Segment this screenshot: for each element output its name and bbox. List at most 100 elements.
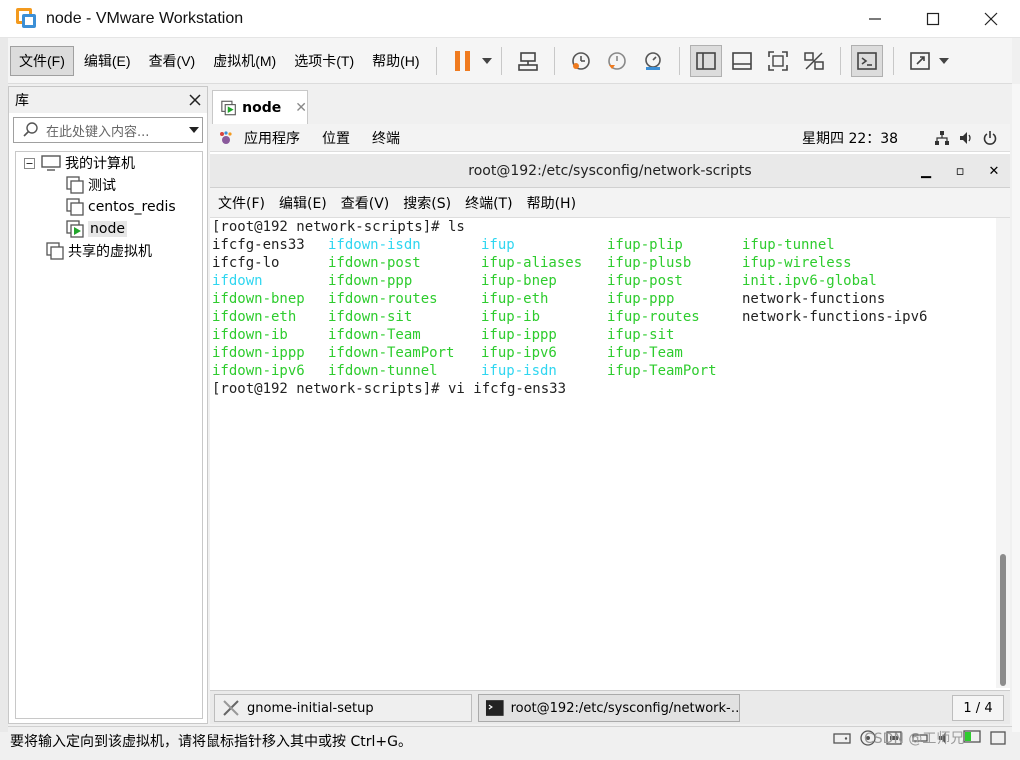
task-gnome-initial-setup[interactable]: gnome-initial-setup bbox=[214, 694, 472, 722]
gnome-clock[interactable]: 星期四 22：38 bbox=[802, 128, 898, 148]
terminal-menu-edit[interactable]: 编辑(E) bbox=[279, 193, 327, 213]
chevron-down-icon bbox=[481, 57, 492, 64]
terminal-title-bar: root@192:/etc/sysconfig/network-scripts … bbox=[210, 154, 1010, 188]
pause-icon bbox=[454, 50, 470, 71]
tree-item-vm[interactable]: centos_redis bbox=[66, 196, 176, 218]
send-ctrl-alt-del-button[interactable] bbox=[512, 45, 544, 77]
file-entry: ifup-Team bbox=[607, 345, 683, 361]
terminal-output[interactable]: [root@192 network-scripts]# ls ifcfg-ens… bbox=[210, 218, 996, 688]
terminal-menu-help[interactable]: 帮助(H) bbox=[527, 193, 576, 213]
terminal-maximize-button[interactable]: ▫ bbox=[952, 164, 968, 179]
stretch-view-button[interactable] bbox=[904, 45, 936, 77]
gnome-places-menu[interactable]: 位置 bbox=[322, 128, 350, 148]
show-thumbnail-bar-button[interactable] bbox=[726, 45, 758, 77]
file-entry: ifdown-ippp bbox=[212, 345, 305, 361]
workspace-pager[interactable]: 1 / 4 bbox=[952, 695, 1004, 721]
menu-help[interactable]: 帮助(H) bbox=[364, 47, 427, 75]
close-icon[interactable] bbox=[189, 94, 201, 106]
terminal-close-button[interactable]: ✕ bbox=[986, 164, 1002, 179]
watermark-text: CSDN @工师兄 bbox=[864, 731, 965, 747]
menu-tabs[interactable]: 选项卡(T) bbox=[286, 47, 362, 75]
power-icon[interactable] bbox=[982, 130, 998, 146]
file-entry: ifup-sit bbox=[607, 327, 675, 343]
pause-button[interactable] bbox=[447, 45, 479, 77]
tree-item-vm[interactable]: 测试 bbox=[66, 174, 116, 196]
maximize-button[interactable] bbox=[904, 0, 962, 38]
vmware-window: node - VMware Workstation 文件(F) 编辑(E) 查看… bbox=[0, 0, 1020, 760]
window-title: node - VMware Workstation bbox=[46, 9, 244, 27]
terminal-menu-search[interactable]: 搜索(S) bbox=[403, 193, 451, 213]
snapshot-clock-icon bbox=[571, 51, 590, 70]
menu-vm[interactable]: 虚拟机(M) bbox=[205, 47, 284, 75]
snapshot-revert-icon bbox=[607, 51, 626, 70]
snapshot-manager-button[interactable] bbox=[637, 45, 669, 77]
network-icon[interactable] bbox=[934, 130, 950, 146]
full-screen-button[interactable] bbox=[762, 45, 794, 77]
file-entry: ifup bbox=[481, 237, 515, 253]
background-window-edge bbox=[0, 38, 8, 732]
chevron-down-icon bbox=[189, 127, 199, 133]
tab-node[interactable]: node ✕ bbox=[212, 90, 308, 124]
library-panel: 库 在此处键入内容... 我的计算机 测试 centos_redis node … bbox=[8, 86, 208, 724]
file-entry: ifup-plusb bbox=[607, 255, 692, 271]
unity-button[interactable] bbox=[798, 45, 830, 77]
task-label: gnome-initial-setup bbox=[247, 700, 374, 716]
vm-screen[interactable]: 应用程序 位置 终端 星期四 22：38 root@192:/etc/sysco… bbox=[210, 124, 1010, 690]
vmware-logo-icon bbox=[16, 7, 38, 30]
terminal-menu-terminal[interactable]: 终端(T) bbox=[465, 193, 512, 213]
stretch-dropdown-button[interactable] bbox=[938, 45, 950, 77]
vm-icon bbox=[66, 176, 84, 194]
snapshot-revert-button[interactable] bbox=[601, 45, 633, 77]
task-label: root@192:/etc/sysconfig/network-… bbox=[510, 700, 739, 716]
toolbar-separator bbox=[435, 46, 437, 75]
library-search-input[interactable]: 在此处键入内容... bbox=[13, 117, 203, 143]
scrollbar-thumb[interactable] bbox=[1000, 554, 1006, 686]
tree-item-shared-vms[interactable]: 共享的虚拟机 bbox=[46, 240, 152, 262]
power-dropdown-button[interactable] bbox=[481, 45, 493, 77]
snapshot-take-button[interactable] bbox=[565, 45, 597, 77]
terminal-menu-view[interactable]: 查看(V) bbox=[341, 193, 390, 213]
message-icon[interactable] bbox=[988, 729, 1008, 747]
vm-tree: 我的计算机 测试 centos_redis node 共享的虚拟机 bbox=[15, 151, 203, 719]
tree-label: 测试 bbox=[88, 178, 116, 194]
library-header: 库 bbox=[9, 87, 207, 113]
file-entry: ifdown-TeamPort bbox=[328, 345, 455, 361]
vm-tabs: node ✕ bbox=[210, 86, 1010, 124]
file-entry: ifup-plip bbox=[607, 237, 683, 253]
tree-label: 共享的虚拟机 bbox=[68, 244, 152, 260]
expand-icon bbox=[909, 51, 930, 70]
menu-view[interactable]: 查看(V) bbox=[141, 47, 204, 75]
title-bar: node - VMware Workstation bbox=[0, 0, 1020, 38]
menu-file[interactable]: 文件(F) bbox=[10, 45, 74, 76]
minimize-button[interactable] bbox=[846, 0, 904, 38]
terminal-minimize-button[interactable]: ▁ bbox=[918, 164, 934, 179]
menu-toolbar: 文件(F) 编辑(E) 查看(V) 虚拟机(M) 选项卡(T) 帮助(H) bbox=[8, 38, 1012, 84]
close-button[interactable] bbox=[962, 0, 1020, 38]
show-library-button[interactable] bbox=[689, 44, 722, 77]
tree-item-my-computer[interactable]: 我的计算机 bbox=[24, 152, 135, 174]
terminal-scrollbar[interactable] bbox=[996, 218, 1010, 688]
vm-icon bbox=[66, 198, 84, 216]
tree-item-vm-selected[interactable]: node bbox=[66, 218, 127, 240]
file-entry: network-functions-ipv6 bbox=[742, 309, 928, 325]
file-entry: ifup-tunnel bbox=[742, 237, 835, 253]
gnome-terminal-menu[interactable]: 终端 bbox=[372, 128, 400, 148]
display-icon[interactable] bbox=[962, 729, 982, 747]
menu-edit[interactable]: 编辑(E) bbox=[76, 47, 139, 75]
tree-label: centos_redis bbox=[88, 199, 176, 215]
volume-icon[interactable] bbox=[958, 130, 974, 146]
hard-disk-icon[interactable] bbox=[832, 729, 852, 747]
tab-close-icon[interactable]: ✕ bbox=[295, 100, 307, 116]
collapse-icon[interactable] bbox=[24, 157, 35, 169]
console-view-button[interactable] bbox=[850, 44, 883, 77]
gnome-applications-menu[interactable]: 应用程序 bbox=[244, 128, 300, 148]
search-dropdown-button[interactable] bbox=[186, 127, 202, 133]
snapshot-manager-icon bbox=[644, 51, 661, 70]
file-entry: ifup-ipv6 bbox=[481, 345, 557, 361]
file-entry: ifcfg-ens33 bbox=[212, 237, 305, 253]
toolbar-separator bbox=[553, 46, 555, 75]
task-terminal[interactable]: root@192:/etc/sysconfig/network-… bbox=[478, 694, 740, 722]
tab-label: node bbox=[242, 99, 282, 116]
computer-icon bbox=[41, 155, 61, 171]
terminal-menu-file[interactable]: 文件(F) bbox=[218, 193, 265, 213]
